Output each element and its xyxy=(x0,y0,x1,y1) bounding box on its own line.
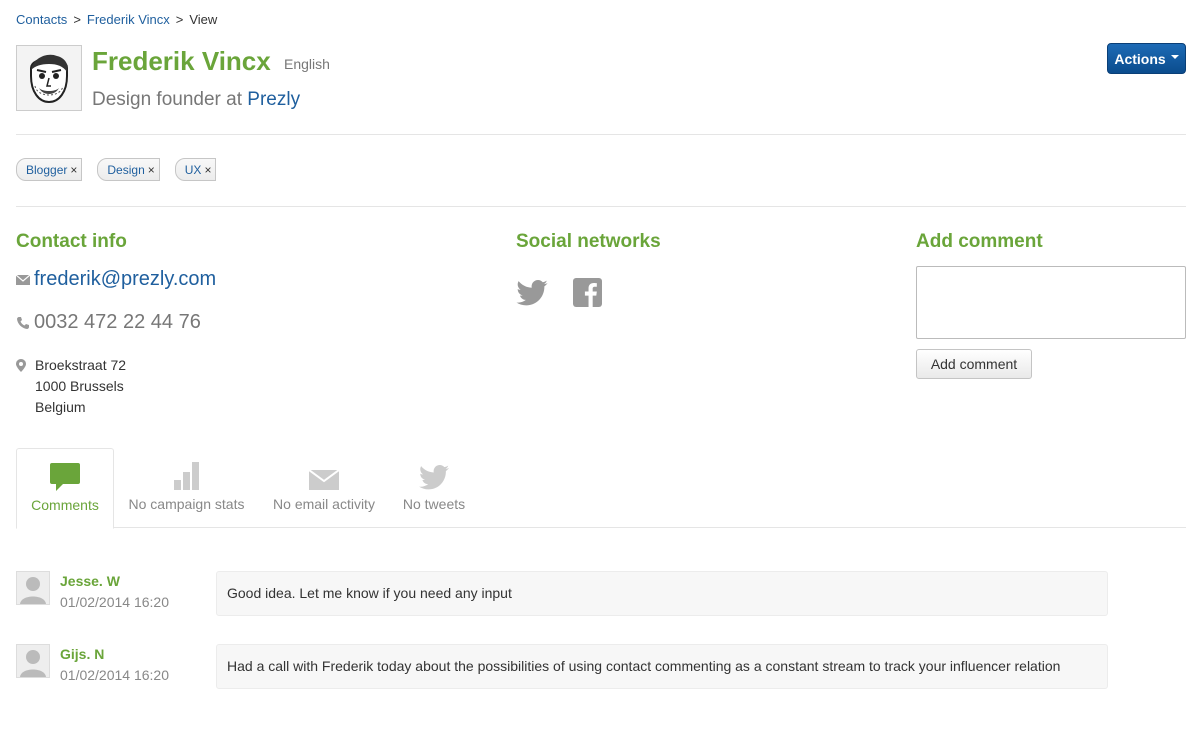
phone-icon xyxy=(16,316,34,330)
contact-avatar xyxy=(16,45,82,111)
job-title: Design founder at xyxy=(92,89,242,110)
tag-design[interactable]: Design × xyxy=(97,158,160,181)
add-comment-button[interactable]: Add comment xyxy=(916,349,1032,379)
divider xyxy=(16,134,1186,135)
user-avatar-icon xyxy=(16,644,50,678)
contact-job: Design founder at Prezly xyxy=(92,89,300,111)
contact-header: Frederik Vincx English Design founder at… xyxy=(16,45,1186,113)
tag-blogger[interactable]: Blogger × xyxy=(16,158,83,181)
comment-text: Good idea. Let me know if you need any i… xyxy=(216,571,1108,616)
tab-label: Comments xyxy=(31,497,99,513)
divider xyxy=(16,206,1186,207)
facebook-icon[interactable] xyxy=(573,278,602,310)
social-icons xyxy=(516,278,602,310)
tab-comments[interactable]: Comments xyxy=(16,448,114,529)
tab-email-activity[interactable]: No email activity xyxy=(272,448,376,528)
tag-label[interactable]: Design xyxy=(107,163,144,177)
tag-label[interactable]: UX xyxy=(185,163,202,177)
twitter-icon xyxy=(419,448,449,496)
map-marker-icon xyxy=(16,355,34,418)
tag-ux[interactable]: UX × xyxy=(174,158,217,181)
phone-row: 0032 472 22 44 76 xyxy=(16,311,201,334)
add-comment-title: Add comment xyxy=(916,231,1043,252)
comment-author[interactable]: Gijs. N xyxy=(60,646,104,662)
remove-tag-icon[interactable]: × xyxy=(204,163,211,177)
bar-chart-icon xyxy=(173,448,200,496)
user-avatar-icon xyxy=(16,571,50,605)
tab-label: No campaign stats xyxy=(128,496,245,512)
comment-date: 01/02/2014 16:20 xyxy=(60,667,169,683)
comment-textarea[interactable] xyxy=(916,266,1186,339)
envelope-icon xyxy=(309,448,339,496)
email-link[interactable]: frederik@prezly.com xyxy=(34,268,216,291)
email-row: frederik@prezly.com xyxy=(16,268,216,291)
tag-label[interactable]: Blogger xyxy=(26,163,67,177)
tab-campaign-stats[interactable]: No campaign stats xyxy=(128,448,245,528)
address: Broekstraat 72 1000 Brussels Belgium xyxy=(34,355,126,418)
breadcrumb-contact-link[interactable]: Frederik Vincx xyxy=(87,12,170,27)
address-city: 1000 Brussels xyxy=(35,378,124,394)
comment-item: Gijs. N 01/02/2014 16:20 Had a call with… xyxy=(16,644,1108,708)
address-row: Broekstraat 72 1000 Brussels Belgium xyxy=(16,355,126,418)
phone-number: 0032 472 22 44 76 xyxy=(34,311,201,333)
comment-date: 01/02/2014 16:20 xyxy=(60,594,169,610)
contact-info-title: Contact info xyxy=(16,231,127,252)
comment-icon xyxy=(50,449,80,497)
remove-tag-icon[interactable]: × xyxy=(148,163,155,177)
address-country: Belgium xyxy=(35,399,86,415)
breadcrumb-separator: > xyxy=(175,12,184,27)
actions-label: Actions xyxy=(1114,50,1166,67)
tab-tweets[interactable]: No tweets xyxy=(400,448,468,528)
tab-label: No email activity xyxy=(273,496,375,512)
address-street: Broekstraat 72 xyxy=(35,357,127,373)
tab-label: No tweets xyxy=(402,496,466,512)
twitter-icon[interactable] xyxy=(516,279,548,309)
contact-language: English xyxy=(284,56,330,72)
breadcrumb-contacts-link[interactable]: Contacts xyxy=(16,12,67,27)
social-networks-title: Social networks xyxy=(516,231,661,252)
caret-down-icon xyxy=(1170,54,1179,59)
breadcrumb-separator: > xyxy=(73,12,81,27)
company-link[interactable]: Prezly xyxy=(247,89,300,110)
comment-text: Had a call with Frederik today about the… xyxy=(216,644,1108,689)
activity-tabs: Comments No campaign stats No email acti… xyxy=(16,448,1186,529)
actions-dropdown-button[interactable]: Actions xyxy=(1107,43,1186,74)
comment-author[interactable]: Jesse. W xyxy=(60,573,120,589)
envelope-icon xyxy=(16,274,34,285)
breadcrumb: Contacts > Frederik Vincx > View xyxy=(16,12,217,27)
contact-name: Frederik Vincx xyxy=(92,46,271,76)
comment-item: Jesse. W 01/02/2014 16:20 Good idea. Let… xyxy=(16,571,1108,616)
breadcrumb-current: View xyxy=(189,12,218,27)
tag-list: Blogger × Design × UX × xyxy=(16,158,217,181)
remove-tag-icon[interactable]: × xyxy=(70,163,77,177)
